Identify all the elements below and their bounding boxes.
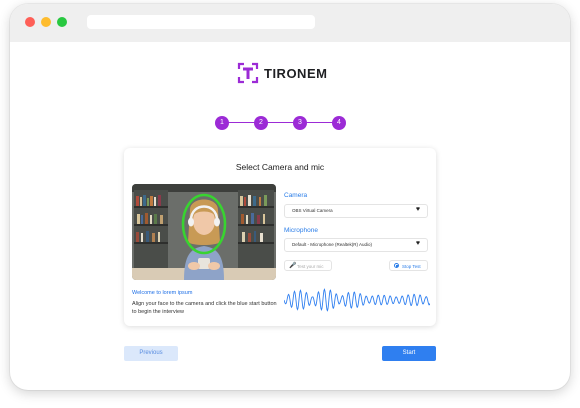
- address-bar[interactable]: [87, 15, 315, 29]
- instructions-text: Align your face to the camera and click …: [132, 301, 277, 315]
- microphone-select-value: Default - Microphone (Realtek(R) Audio): [292, 242, 373, 247]
- previous-button[interactable]: Previous: [124, 346, 178, 361]
- waveform-line: [284, 288, 430, 312]
- audio-waveform: [284, 288, 430, 312]
- camera-select-value: OBS Virtual Camera: [292, 208, 333, 213]
- close-window-button[interactable]: [25, 17, 35, 27]
- stop-test-button[interactable]: Stop Test: [389, 260, 428, 271]
- camera-label: Camera: [284, 192, 308, 199]
- device-setup-card: Select Camera and mic Welcome to lorem i…: [124, 148, 436, 326]
- step-2[interactable]: 2: [254, 116, 268, 130]
- stepper-line: [222, 122, 342, 123]
- start-button[interactable]: Start: [382, 346, 436, 361]
- microphone-select[interactable]: Default - Microphone (Realtek(R) Audio) …: [284, 238, 428, 252]
- maximize-window-button[interactable]: [57, 17, 67, 27]
- heart-icon: ♥: [415, 240, 420, 247]
- minimize-window-button[interactable]: [41, 17, 51, 27]
- step-1[interactable]: 1: [215, 116, 229, 130]
- test-mic-input[interactable]: 🎤 Test your mic: [284, 260, 332, 271]
- logo-icon: [237, 62, 259, 84]
- welcome-heading: Welcome to lorem ipsum: [132, 290, 193, 296]
- microphone-icon: 🎤: [289, 263, 297, 269]
- progress-stepper: 1 2 3 4: [212, 114, 352, 132]
- camera-preview-image: [132, 184, 276, 280]
- brand-name: TIRONEM: [264, 65, 328, 81]
- heart-icon: ♥: [415, 206, 420, 213]
- microphone-label: Microphone: [284, 227, 318, 234]
- stop-test-label: Stop Test: [402, 263, 421, 269]
- camera-select[interactable]: OBS Virtual Camera ♥: [284, 204, 428, 218]
- camera-preview: [132, 184, 276, 280]
- step-4[interactable]: 4: [332, 116, 346, 130]
- browser-titlebar: [10, 4, 570, 42]
- step-3[interactable]: 3: [293, 116, 307, 130]
- test-mic-placeholder: Test your mic: [297, 263, 324, 269]
- stop-circle-icon: [394, 263, 399, 268]
- brand-logo: TIRONEM: [237, 62, 327, 84]
- card-title: Select Camera and mic: [235, 162, 325, 172]
